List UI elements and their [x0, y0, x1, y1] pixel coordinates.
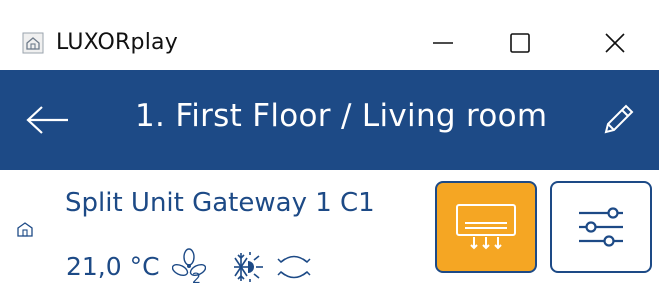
close-icon: [605, 33, 625, 53]
close-button[interactable]: [585, 18, 645, 68]
maximize-icon: [510, 33, 530, 53]
cool-heat-mode-icon: [234, 252, 263, 282]
minimize-icon: [433, 42, 453, 44]
arrow-left-icon: [26, 106, 68, 134]
settings-button[interactable]: [550, 181, 652, 273]
air-conditioner-button[interactable]: [435, 181, 537, 273]
room-icon: [17, 222, 33, 237]
swing-icon: [277, 255, 311, 279]
back-button[interactable]: [18, 92, 78, 148]
device-name: Split Unit Gateway 1 C1: [65, 188, 375, 218]
app-title: LUXORplay: [56, 30, 178, 55]
maximize-button[interactable]: [490, 18, 550, 68]
title-bar: LUXORplay: [0, 0, 659, 71]
minimize-button[interactable]: [413, 18, 473, 68]
fan-level: 2: [192, 271, 201, 287]
home-icon: [22, 32, 44, 54]
device-temperature: 21,0 °C: [66, 252, 160, 281]
edit-button[interactable]: [590, 92, 646, 148]
page-header: 1. First Floor / Living room: [0, 70, 659, 170]
sliders-icon: [579, 207, 623, 247]
pencil-icon: [604, 104, 634, 134]
air-conditioner-icon: [456, 204, 516, 250]
page-title: 1. First Floor / Living room: [135, 98, 548, 134]
